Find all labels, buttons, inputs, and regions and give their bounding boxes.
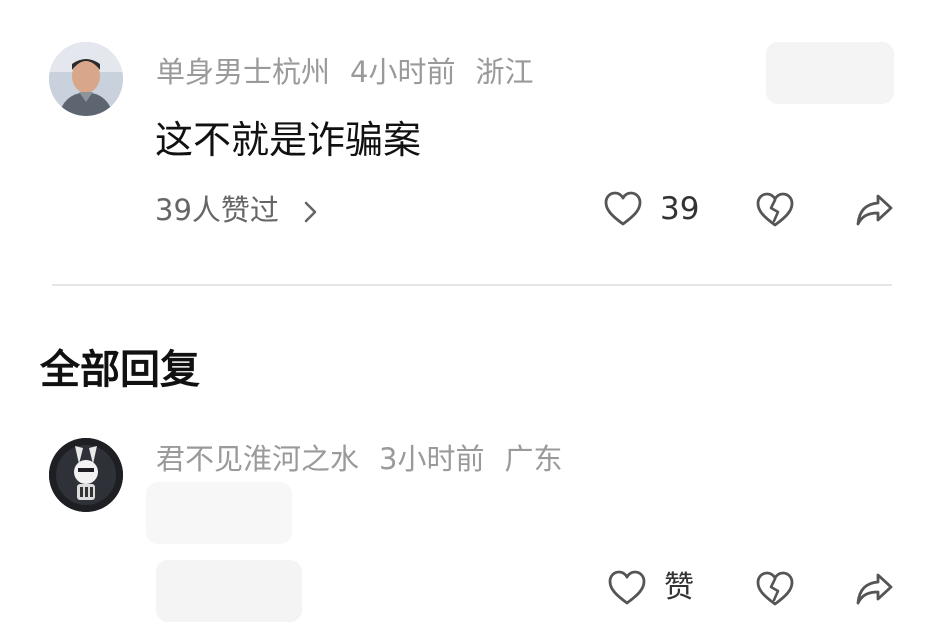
chevron-right-icon <box>297 197 323 223</box>
broken-heart-icon <box>756 571 794 607</box>
reply-dislike-button[interactable] <box>756 571 794 607</box>
reply-username[interactable]: 君不见淮河之水 <box>156 442 359 476</box>
reply-timestamp: 3小时前 <box>379 442 485 476</box>
timestamp: 4小时前 <box>350 55 456 89</box>
reply-avatar[interactable] <box>49 438 123 512</box>
reply-share-button[interactable] <box>856 572 894 606</box>
share-button[interactable] <box>856 193 894 227</box>
broken-heart-icon <box>756 192 794 228</box>
like-button[interactable]: 39 <box>604 191 699 227</box>
likers-summary-label: 39人赞过 <box>155 193 279 227</box>
comment-detail-page: 单身男士杭州 4小时前 浙江 这不就是诈骗案 39人赞过 39 全部回复 君不见… <box>0 0 944 643</box>
likers-summary-link[interactable]: 39人赞过 <box>155 192 323 228</box>
reply-like-label: 赞 <box>664 570 694 605</box>
comment-meta: 单身男士杭州 4小时前 浙江 <box>156 54 553 90</box>
heart-icon <box>608 570 646 606</box>
location: 浙江 <box>475 55 534 89</box>
comment-text: 这不就是诈骗案 <box>155 118 422 162</box>
avatar-photo-icon <box>49 42 123 116</box>
share-arrow-icon <box>856 572 894 606</box>
username[interactable]: 单身男士杭州 <box>156 55 330 89</box>
share-arrow-icon <box>856 193 894 227</box>
blurred-region <box>146 482 292 544</box>
reply-meta: 君不见淮河之水 3小时前 广东 <box>156 441 582 477</box>
like-count: 39 <box>660 191 700 227</box>
heart-icon <box>604 191 642 227</box>
avatar-character-icon <box>49 438 123 512</box>
blurred-region <box>766 42 894 104</box>
section-title: 全部回复 <box>40 347 200 393</box>
avatar[interactable] <box>49 42 123 116</box>
reply-like-button[interactable]: 赞 <box>608 570 694 606</box>
reply-location: 广东 <box>504 442 563 476</box>
divider <box>52 284 892 286</box>
dislike-button[interactable] <box>756 192 794 228</box>
blurred-region <box>156 560 302 622</box>
